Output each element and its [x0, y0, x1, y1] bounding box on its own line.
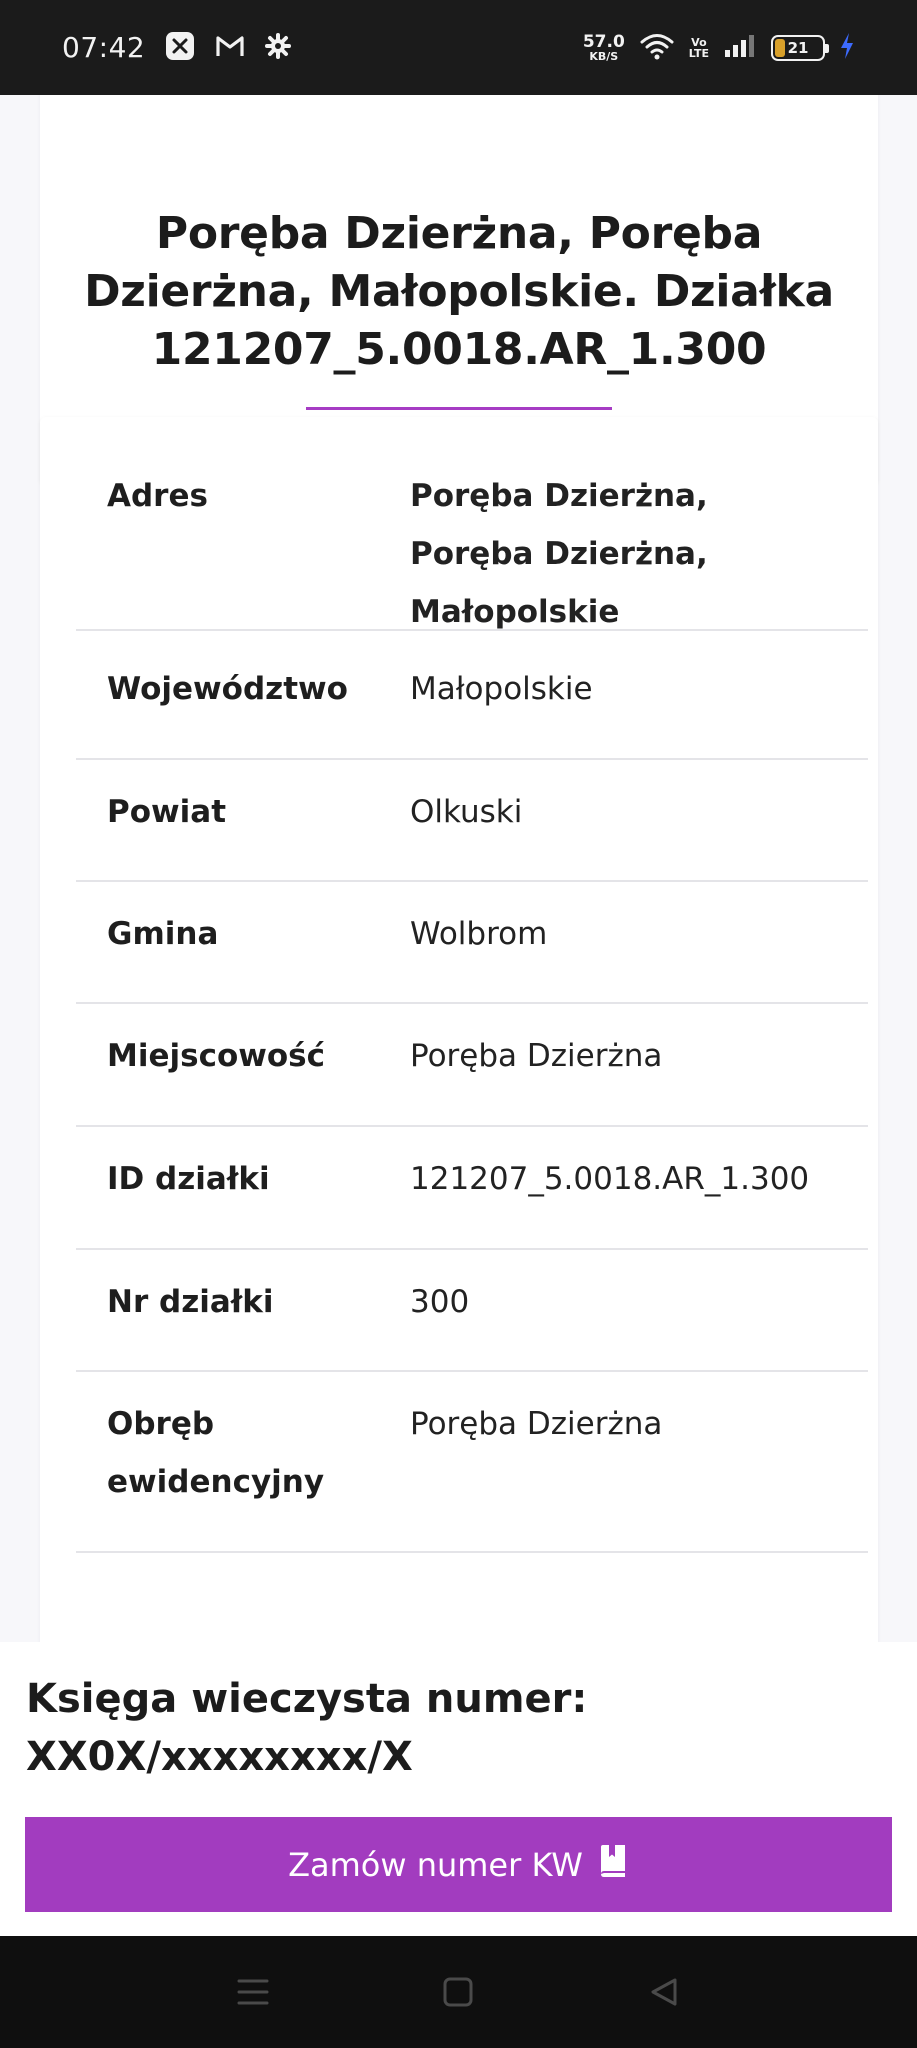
detail-label: Adres — [107, 478, 208, 514]
book-icon — [597, 1844, 629, 1886]
status-right: 57.0 KB/S Vo LTE 21 — [583, 31, 855, 65]
system-nav-bar — [0, 1936, 917, 2048]
title-underline — [306, 407, 612, 410]
charging-bolt-icon — [839, 32, 855, 64]
volte-top: Vo — [691, 35, 707, 49]
app-notification-icon — [165, 31, 195, 65]
detail-value: Poręba Dzierżna — [410, 1406, 663, 1442]
detail-label: Obręb ewidencyjny — [107, 1406, 325, 1500]
order-kw-button[interactable]: Zamów numer KW — [25, 1817, 892, 1912]
detail-label: Nr działki — [107, 1284, 274, 1320]
detail-row-locality: Miejscowość Poręba Dzierżna — [76, 1004, 868, 1127]
detail-row-parcel-id: ID działki 121207_5.0018.AR_1.300 — [76, 1127, 868, 1250]
battery-level: 21 — [787, 38, 809, 57]
detail-value: 121207_5.0018.AR_1.300 — [410, 1161, 810, 1197]
detail-value: Poręba Dzierżna — [410, 1038, 663, 1074]
volte-bottom: LTE — [688, 46, 709, 60]
status-bar: 07:42 57.0 KB/S Vo LTE 21 — [0, 0, 917, 95]
network-speed-unit: KB/S — [589, 49, 619, 63]
detail-row-voivodeship: Województwo Małopolskie — [76, 637, 868, 760]
page-content[interactable]: Poręba Dzierżna, Poręba Dzierżna, Małopo… — [0, 95, 917, 1642]
wifi-icon — [639, 31, 675, 65]
network-speed: 57.0 KB/S — [582, 31, 625, 63]
detail-row-county: Powiat Olkuski — [76, 760, 868, 882]
detail-label: Gmina — [107, 916, 219, 952]
detail-label: ID działki — [107, 1161, 270, 1197]
menu-icon[interactable] — [223, 1962, 283, 2022]
detail-row-parcel-number: Nr działki 300 — [76, 1250, 868, 1372]
status-time: 07:42 — [62, 31, 146, 64]
details-card: Adres Poręba Dzierżna, Poręba Dzierżna, … — [40, 417, 878, 1642]
detail-label: Województwo — [107, 671, 348, 707]
page-title: Poręba Dzierżna, Poręba Dzierżna, Małopo… — [84, 208, 834, 375]
detail-value: Poręba Dzierżna, Poręba Dzierżna, Małopo… — [410, 478, 708, 630]
status-left: 07:42 — [62, 31, 292, 65]
detail-row-address: Adres Poręba Dzierżna, Poręba Dzierżna, … — [76, 467, 868, 631]
battery-icon: 21 — [771, 34, 829, 61]
detail-value: Olkuski — [410, 794, 523, 830]
detail-row-commune: Gmina Wolbrom — [76, 882, 868, 1004]
detail-value: 300 — [410, 1284, 470, 1320]
cell-signal-icon — [723, 33, 757, 63]
home-square-icon[interactable] — [428, 1962, 488, 2022]
network-speed-value: 57.0 — [582, 31, 625, 52]
settings-gear-icon — [265, 32, 292, 63]
order-kw-button-label: Zamów numer KW — [288, 1845, 583, 1884]
land-register-panel: Księga wieczysta numer: XX0X/xxxxxxxx/X … — [0, 1642, 917, 1936]
detail-value: Małopolskie — [410, 671, 593, 707]
gmail-icon — [215, 34, 245, 62]
battery-fill — [775, 38, 785, 57]
back-triangle-icon[interactable] — [634, 1962, 694, 2022]
detail-label: Powiat — [107, 794, 227, 830]
volte-indicator: Vo LTE — [689, 37, 709, 59]
detail-row-precinct: Obręb ewidencyjny Poręba Dzierżna — [76, 1372, 868, 1553]
land-register-title: Księga wieczysta numer: XX0X/xxxxxxxx/X — [26, 1676, 588, 1780]
detail-label: Miejscowość — [107, 1038, 326, 1074]
detail-value: Wolbrom — [410, 916, 548, 952]
